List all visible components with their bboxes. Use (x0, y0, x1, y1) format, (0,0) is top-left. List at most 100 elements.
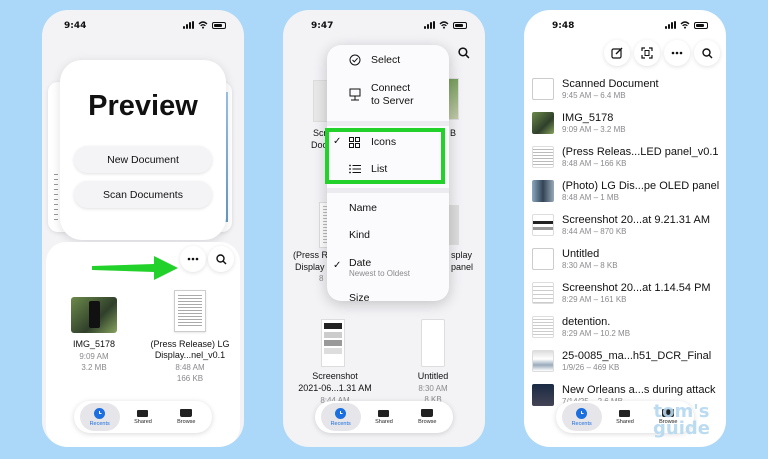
list-item[interactable]: Screenshot 20...at 1.14.54 PM 8:29 AM – 1… (532, 276, 722, 310)
menu-item-sort-date[interactable]: ✓ Date Newest to Oldest (327, 257, 449, 281)
phone-list-view: 9:48 Scanned Document 9:45 AM – 6.4 MB IM… (524, 10, 726, 447)
tab-bar: Recents Shared Browse (315, 401, 453, 433)
status-time: 9:48 (552, 21, 575, 31)
file-name-line1: (Press Release) LG (150, 339, 230, 349)
file-name-fragment: B (450, 128, 457, 138)
signal-icon (183, 21, 194, 29)
list-item[interactable]: detention. 8:29 AM – 10.2 MB (532, 310, 722, 344)
more-button[interactable] (664, 40, 690, 66)
folder-icon (421, 409, 434, 417)
scan-icon (641, 47, 653, 59)
file-thumbnail (532, 214, 554, 236)
tab-bar: Recents Shared Browse (74, 401, 212, 433)
ellipsis-icon (187, 257, 199, 261)
wifi-icon (680, 21, 690, 29)
shared-folder-icon (619, 409, 631, 417)
signal-icon (665, 21, 676, 29)
tab-recents[interactable]: Recents (320, 403, 361, 431)
tab-shared[interactable]: Shared (123, 403, 163, 431)
file-thumbnail-photo[interactable] (71, 297, 117, 333)
file-thumbnail (532, 180, 554, 202)
tab-recents[interactable]: Recents (79, 403, 120, 431)
tab-browse[interactable]: Browse (166, 403, 206, 431)
phone-preview-launcher: 9:44 Preview New Document Scan Documents… (42, 10, 244, 447)
file-thumbnail (532, 146, 554, 168)
file-size: 166 KB (176, 374, 204, 383)
clock-icon (94, 407, 106, 419)
checkmark-icon: ✓ (333, 260, 342, 271)
shared-folder-icon (378, 409, 390, 417)
file-thumbnail-document[interactable] (174, 290, 206, 332)
new-document-button[interactable] (604, 40, 630, 66)
app-title: Preview (88, 90, 198, 122)
ellipsis-icon (671, 51, 683, 55)
preview-launcher-card: Preview New Document Scan Documents (60, 60, 226, 240)
file-name: Untitled (417, 371, 449, 381)
list-item[interactable]: (Press Releas...LED panel_v0.1 8:48 AM – … (532, 140, 722, 174)
status-icons (183, 21, 226, 29)
status-time: 9:44 (64, 21, 87, 31)
file-thumbnail (532, 384, 554, 406)
phone-view-menu: 9:47 Scre Doc B (Press R Display 8 splay… (283, 10, 485, 447)
file-thumbnail (532, 248, 554, 270)
battery-icon (212, 21, 226, 29)
clock-icon (576, 407, 588, 419)
status-icons (424, 21, 467, 29)
search-icon (215, 253, 226, 264)
file-thumbnail (532, 350, 554, 372)
file-name-fragment: panel (451, 262, 474, 272)
new-document-button[interactable]: New Document (74, 146, 212, 173)
file-name-line2: 2021-06...1.31 AM (298, 383, 372, 393)
highlight-box-annotation (325, 128, 445, 184)
tab-browse[interactable]: Browse (407, 403, 447, 431)
tab-shared[interactable]: Shared (605, 403, 645, 431)
scan-documents-button[interactable]: Scan Documents (74, 181, 212, 208)
file-thumbnail-screenshot[interactable] (321, 319, 345, 367)
file-thumbnail (532, 112, 554, 134)
green-arrow-annotation (92, 256, 178, 280)
shared-folder-icon (137, 409, 149, 417)
file-name-line2: Display...nel_v0.1 (154, 350, 226, 360)
checkmark-circle-icon (349, 54, 361, 66)
monitor-icon (349, 88, 361, 101)
signal-icon (424, 21, 435, 29)
battery-icon (453, 21, 467, 29)
menu-separator (327, 121, 449, 126)
list-item[interactable]: 25-0085_ma...h51_DCR_Final 1/9/26 – 469 K… (532, 344, 722, 378)
list-item[interactable]: (Photo) LG Dis...pe OLED panel 8:48 AM – … (532, 174, 722, 208)
file-thumbnail-blank[interactable] (421, 319, 445, 367)
file-thumbnail (532, 78, 554, 100)
file-name-line1: Screenshot (312, 371, 358, 381)
file-date: 9:09 AM (79, 352, 109, 361)
file-name: IMG_5178 (72, 339, 116, 349)
battery-icon (694, 21, 708, 29)
list-item[interactable]: Untitled 8:30 AM – 8 KB (532, 242, 722, 276)
wifi-icon (198, 21, 208, 29)
menu-item-connect-to-server[interactable]: Connect to Server (327, 82, 449, 110)
file-thumbnail (532, 282, 554, 304)
file-name-fragment: splay (451, 250, 473, 260)
tab-shared[interactable]: Shared (364, 403, 404, 431)
compose-icon (611, 47, 623, 59)
search-icon[interactable] (458, 47, 470, 59)
wifi-icon (439, 21, 449, 29)
file-thumbnail (532, 316, 554, 338)
toms-guide-watermark: tom's guide (653, 401, 710, 439)
file-date: 8:48 AM (175, 363, 205, 372)
search-button[interactable] (208, 246, 234, 272)
menu-separator (327, 188, 449, 193)
more-button[interactable] (180, 246, 206, 272)
tab-recents[interactable]: Recents (561, 403, 602, 431)
search-icon (701, 47, 712, 58)
status-time: 9:47 (311, 21, 334, 31)
list-item[interactable]: Scanned Document 9:45 AM – 6.4 MB (532, 72, 722, 106)
list-item[interactable]: IMG_5178 9:09 AM – 3.2 MB (532, 106, 722, 140)
status-icons (665, 21, 708, 29)
search-button[interactable] (694, 40, 720, 66)
file-size: 3.2 MB (81, 363, 107, 372)
list-item[interactable]: Screenshot 20...at 9.21.31 AM 8:44 AM – 8… (532, 208, 722, 242)
file-date: 8:30 AM (418, 384, 448, 393)
clock-icon (335, 407, 347, 419)
scan-button[interactable] (634, 40, 660, 66)
folder-icon (180, 409, 193, 417)
